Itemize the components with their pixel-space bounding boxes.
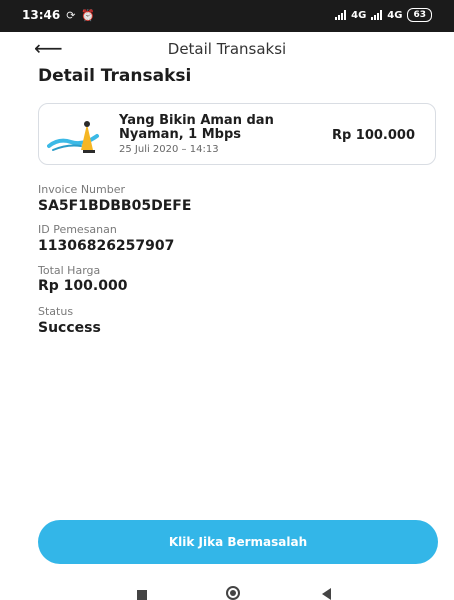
- battery-level: 63: [413, 10, 426, 20]
- order-id-label: ID Pemesanan: [38, 223, 117, 236]
- total-price-label: Total Harga: [38, 264, 101, 277]
- total-price-value: Rp 100.000: [38, 278, 128, 294]
- sync-icon: ⟳: [66, 8, 76, 22]
- app-bar-title: Detail Transaksi: [167, 40, 287, 58]
- network-label: 4G: [351, 9, 367, 21]
- status-bar: 13:46 ⟳ ⏰ 4G 4G 63: [0, 0, 454, 32]
- status-label: Status: [38, 305, 74, 318]
- product-date: 25 Juli 2020 – 14:13: [119, 144, 219, 155]
- product-price: Rp 100.000: [331, 128, 415, 143]
- status-value: Success: [38, 320, 101, 336]
- network-label-2: 4G: [387, 9, 403, 21]
- report-problem-button[interactable]: Klik Jika Bermasalah: [38, 520, 438, 564]
- system-nav-bar: [0, 580, 454, 600]
- product-illustration-icon: [47, 121, 99, 153]
- home-icon[interactable]: [226, 586, 240, 600]
- app-bar: ⟵ Detail Transaksi: [0, 32, 454, 66]
- battery-icon: 63: [407, 8, 432, 22]
- invoice-number-label: Invoice Number: [38, 183, 126, 196]
- signal-icon: [335, 10, 347, 20]
- page-title: Detail Transaksi: [38, 66, 192, 86]
- back-triangle-icon[interactable]: [322, 588, 331, 600]
- order-id-value: 11306826257907: [38, 238, 175, 254]
- status-time: 13:46: [22, 8, 61, 22]
- status-bar-left: 13:46 ⟳ ⏰: [22, 8, 95, 22]
- signal-icon-2: [371, 10, 383, 20]
- alarm-icon: ⏰: [81, 8, 96, 22]
- product-name: Yang Bikin Aman dan Nyaman, 1 Mbps: [119, 113, 274, 142]
- status-bar-right: 4G 4G 63: [335, 8, 432, 22]
- product-card[interactable]: Yang Bikin Aman dan Nyaman, 1 Mbps 25 Ju…: [38, 103, 436, 165]
- invoice-number-value: SA5F1BDBB05DEFE: [38, 198, 192, 214]
